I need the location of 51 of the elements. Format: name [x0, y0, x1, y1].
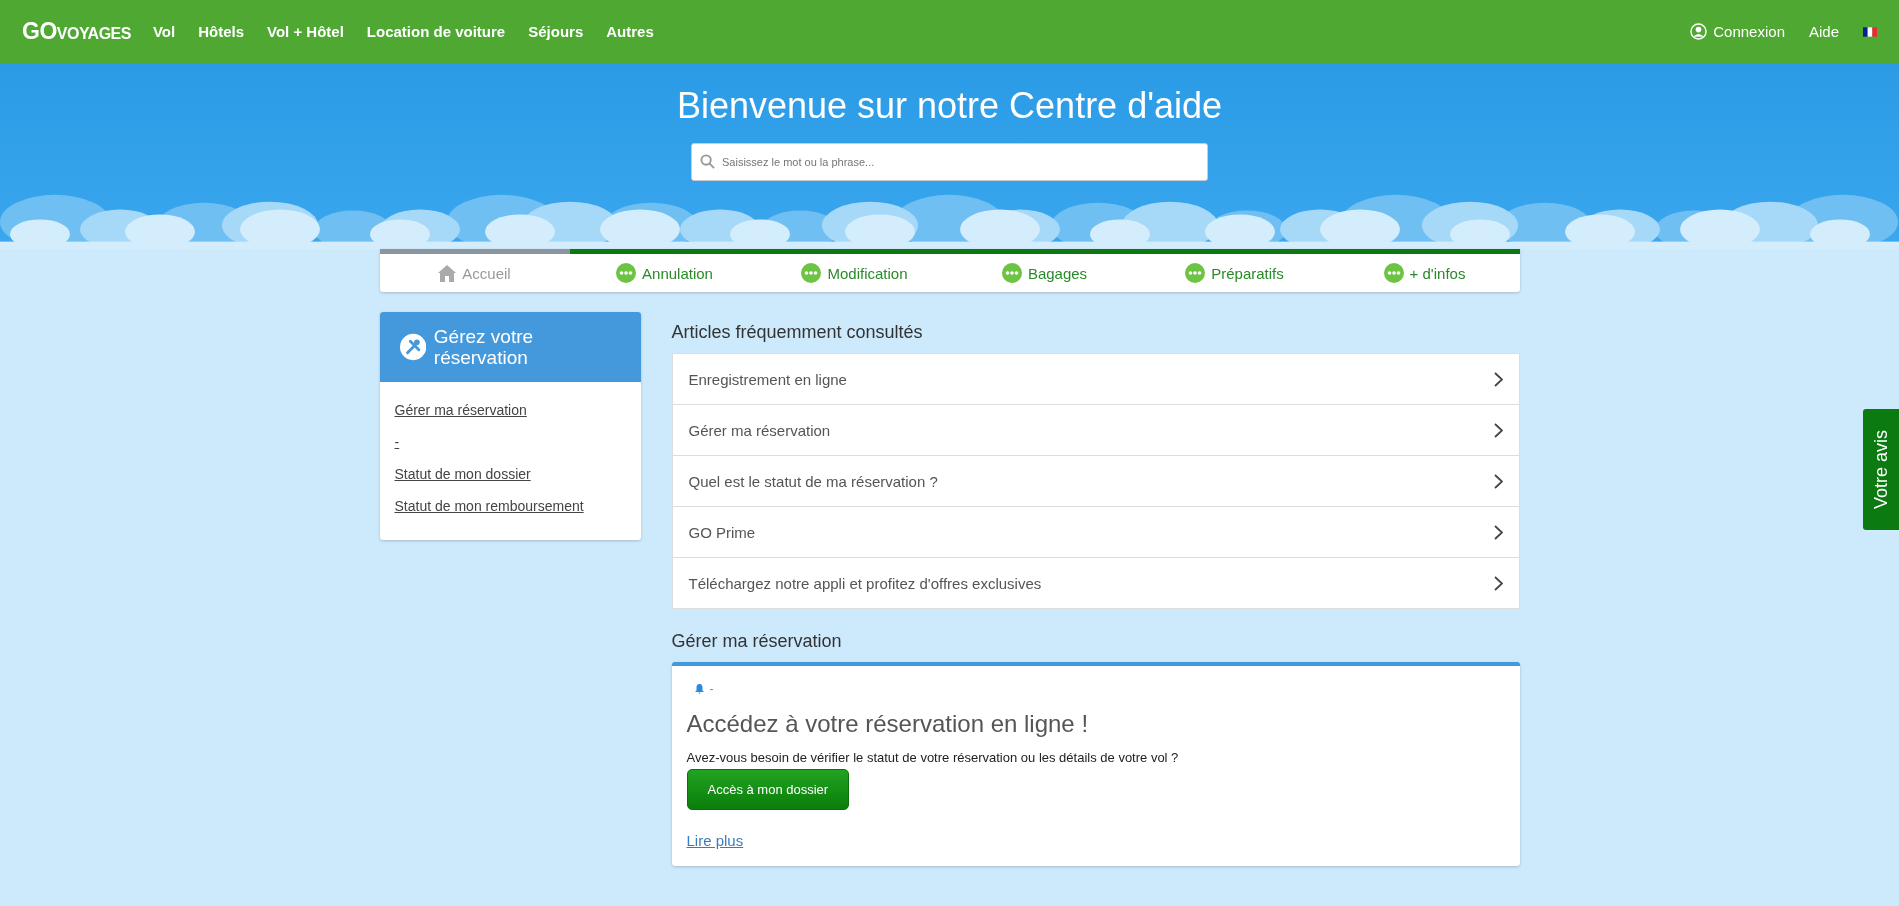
search-icon [700, 154, 715, 169]
category-tab[interactable]: Modification [759, 249, 950, 292]
tools-icon [399, 333, 426, 361]
ellipsis-icon [801, 263, 822, 283]
category-tab[interactable]: Préparatifs [1139, 249, 1330, 292]
sidebar-link[interactable]: Statut de mon remboursement [394, 498, 584, 514]
feedback-tab[interactable]: Votre avis [1863, 409, 1899, 530]
ellipsis-icon [616, 263, 637, 283]
card-title: Accédez à votre réservation en ligne ! [686, 710, 1090, 738]
chevron-icon [1493, 524, 1503, 540]
flag-icon[interactable] [1863, 26, 1877, 37]
nav-link[interactable]: Location de voiture [366, 23, 506, 40]
login-link[interactable]: Connexion [1690, 23, 1785, 40]
search-field[interactable]: Saisissez le mot ou la phrase... [691, 143, 1208, 181]
section-heading: Gérer ma réservation [671, 631, 843, 652]
chevron-icon [1493, 371, 1503, 387]
logo[interactable]: GOVOYAGES [22, 18, 131, 45]
section-heading: Articles fréquemment consultés [671, 322, 924, 343]
sidebar-link[interactable]: - [394, 434, 400, 450]
article-link[interactable]: GO Prime [672, 506, 1519, 557]
article-link[interactable]: Téléchargez notre appli et profitez d'offres exclusives [672, 557, 1519, 608]
dossier-button[interactable]: Accès à mon dossier [686, 769, 850, 810]
note-text: - [709, 682, 714, 696]
bell-icon [694, 684, 704, 694]
category-tab[interactable]: Bagages [949, 249, 1140, 292]
card-text: Avez-vous besoin de vérifier le statut de votre réservation ou les détails de votre vol ? [686, 750, 1180, 765]
nav-link[interactable]: Autres [606, 23, 654, 40]
page-title: Bienvenue sur notre Centre d'aide [676, 85, 1223, 127]
category-tab[interactable]: Accueil [379, 249, 570, 292]
ellipsis-icon [1383, 263, 1404, 283]
chevron-icon [1493, 575, 1503, 591]
user-icon [1690, 23, 1708, 40]
sidebar-header: Gérez votre réservation [379, 312, 641, 382]
article-link[interactable]: Quel est le statut de ma réservation ? [672, 455, 1519, 506]
ellipsis-icon [1001, 263, 1022, 283]
ellipsis-icon [1185, 263, 1206, 283]
nav-link[interactable]: Séjours [528, 23, 584, 40]
sidebar-link[interactable]: Gérer ma réservation [394, 402, 527, 418]
home-icon [438, 264, 457, 282]
nav-link[interactable]: Vol + Hôtel [267, 23, 344, 40]
help-link[interactable]: Aide [1808, 23, 1839, 40]
article-link[interactable]: Gérer ma réservation [672, 404, 1519, 455]
chevron-icon [1493, 422, 1503, 438]
category-tab[interactable]: + d'infos [1329, 249, 1520, 292]
sidebar-link[interactable]: Statut de mon dossier [394, 466, 531, 482]
article-link[interactable]: Enregistrement en ligne [672, 354, 1519, 404]
nav-link[interactable]: Vol [152, 23, 176, 40]
read-more-link[interactable]: Lire plus [686, 832, 744, 849]
nav-link[interactable]: Hôtels [198, 23, 245, 40]
chevron-icon [1493, 473, 1503, 489]
category-tab[interactable]: Annulation [569, 249, 760, 292]
